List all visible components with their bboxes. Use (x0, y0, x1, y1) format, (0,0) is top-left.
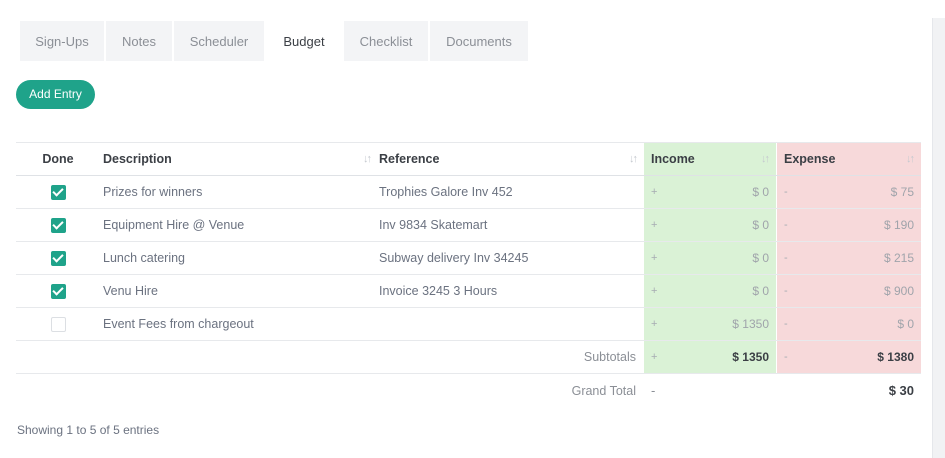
tab-budget[interactable]: Budget (266, 21, 342, 61)
row-description: Prizes for winners (103, 185, 203, 199)
subtotals-label: Subtotals (583, 350, 636, 364)
table-row: Lunch catering Subway delivery Inv 34245… (16, 242, 921, 275)
row-description: Lunch catering (103, 251, 186, 265)
row-expense: - $ 215 (777, 242, 921, 274)
row-description: Venu Hire (103, 284, 158, 298)
done-checkbox[interactable] (50, 217, 66, 233)
header-reference[interactable]: Reference ↓↑ (379, 143, 644, 175)
row-income: + $ 0 (644, 209, 776, 241)
header-description[interactable]: Description ↓↑ (103, 143, 373, 175)
subtotals-row: Subtotals + $ 1350 - $ 1380 (16, 341, 921, 374)
page-scrollbar[interactable] (932, 18, 945, 458)
sort-icon[interactable]: ↓↑ (761, 153, 770, 165)
row-income: + $ 1350 (644, 308, 776, 340)
sort-icon[interactable]: ↓↑ (363, 153, 372, 165)
tab-notes[interactable]: Notes (106, 21, 172, 61)
row-expense: - $ 900 (777, 275, 921, 307)
tab-documents[interactable]: Documents (430, 21, 528, 61)
row-reference: Trophies Galore Inv 452 (379, 185, 513, 199)
header-done[interactable]: Done (16, 143, 100, 175)
tab-checklist[interactable]: Checklist (344, 21, 428, 61)
subtotal-expense: - $ 1380 (777, 341, 921, 373)
row-expense: - $ 0 (777, 308, 921, 340)
row-reference: Inv 9834 Skatemart (379, 218, 488, 232)
row-description: Event Fees from chargeout (103, 317, 254, 331)
row-income: + $ 0 (644, 242, 776, 274)
table-row: Equipment Hire @ Venue Inv 9834 Skatemar… (16, 209, 921, 242)
row-expense: - $ 75 (777, 176, 921, 208)
grand-total-row: Grand Total - $ 30 (16, 374, 921, 407)
row-reference (379, 308, 644, 340)
done-checkbox[interactable] (50, 283, 66, 299)
grand-total-label: Grand Total (571, 383, 636, 398)
table-header: Done Description ↓↑ Reference ↓↑ Income … (16, 142, 921, 176)
row-income: + $ 0 (644, 275, 776, 307)
sort-icon[interactable]: ↓↑ (906, 153, 915, 165)
table-info: Showing 1 to 5 of 5 entries (17, 423, 160, 437)
row-income: + $ 0 (644, 176, 776, 208)
row-reference: Subway delivery Inv 34245 (379, 251, 529, 265)
done-checkbox[interactable] (50, 184, 66, 200)
add-entry-button[interactable]: Add Entry (16, 80, 95, 109)
grand-total-sign: - (651, 383, 656, 398)
table-row: Prizes for winners Trophies Galore Inv 4… (16, 176, 921, 209)
header-expense[interactable]: Expense ↓↑ (777, 143, 921, 175)
table-row: Venu Hire Invoice 3245 3 Hours + $ 0 - $… (16, 275, 921, 308)
tab-scheduler[interactable]: Scheduler (174, 21, 264, 61)
done-checkbox[interactable] (50, 250, 66, 266)
row-description: Equipment Hire @ Venue (103, 218, 245, 232)
tab-bar: Sign-Ups Notes Scheduler Budget Checklis… (20, 21, 530, 61)
table-row: Event Fees from chargeout + $ 1350 - $ 0 (16, 308, 921, 341)
header-income[interactable]: Income ↓↑ (644, 143, 776, 175)
row-reference: Invoice 3245 3 Hours (379, 284, 498, 298)
done-checkbox[interactable] (50, 316, 66, 332)
sort-icon[interactable]: ↓↑ (629, 153, 638, 165)
row-expense: - $ 190 (777, 209, 921, 241)
grand-total-amount: $ 30 (888, 383, 914, 398)
subtotal-income: + $ 1350 (644, 341, 776, 373)
tab-sign-ups[interactable]: Sign-Ups (20, 21, 104, 61)
